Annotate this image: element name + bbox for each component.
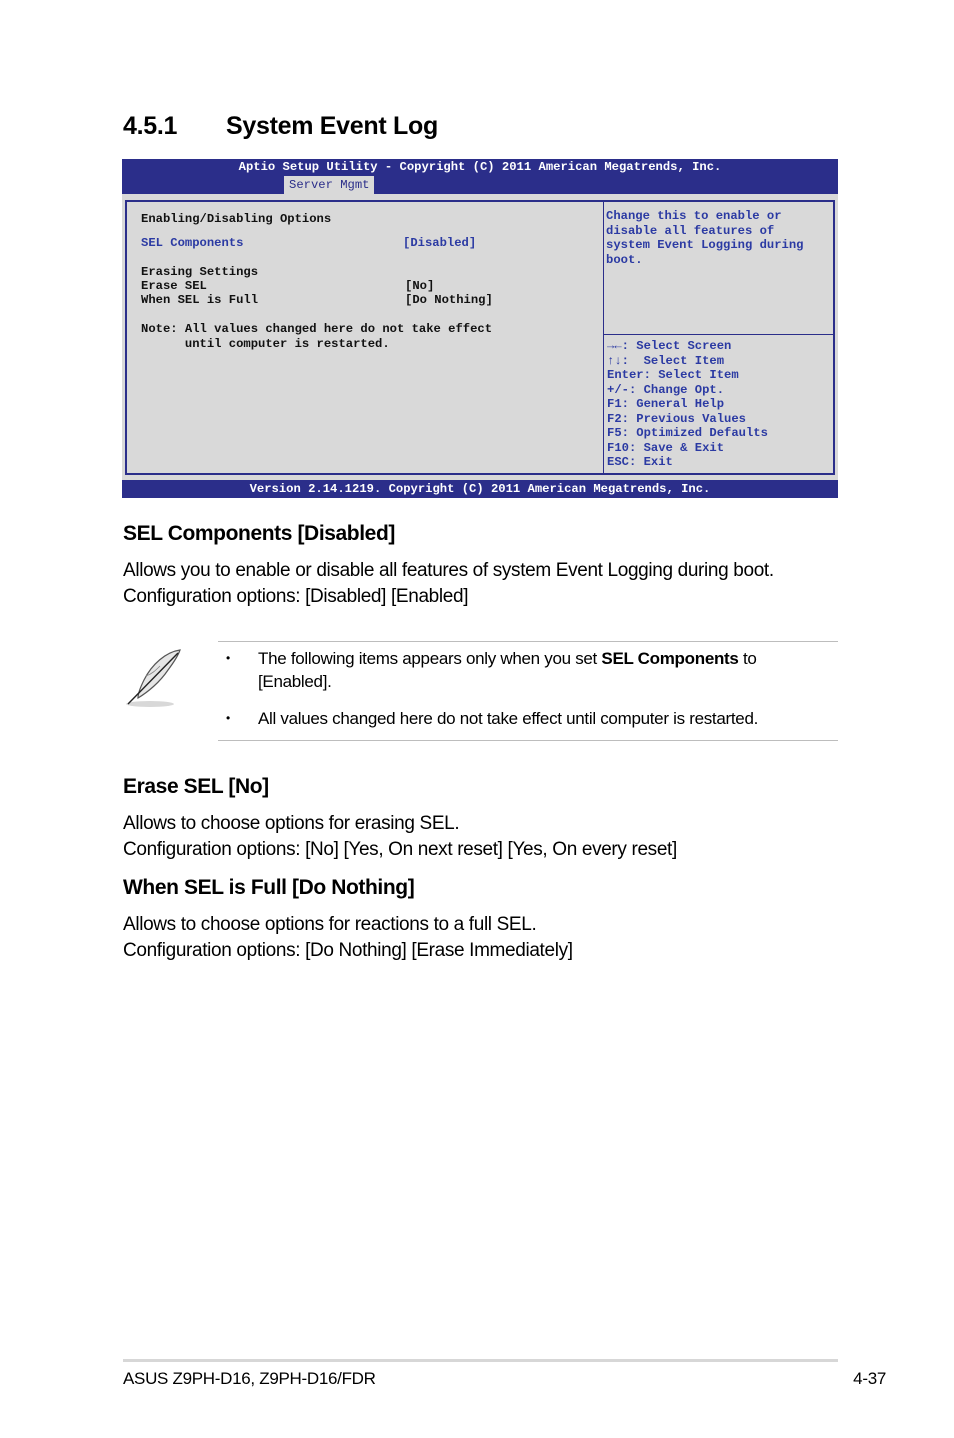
- when-full-options: Configuration options: [Do Nothing] [Era…: [123, 940, 573, 961]
- sel-components-desc: Allows you to enable or disable all feat…: [123, 560, 774, 581]
- setting-when-full-value[interactable]: [Do Nothing]: [405, 293, 493, 307]
- key-select-item: ↑↓: Select Item: [607, 353, 725, 368]
- heading-erase-sel: Erase SEL [No]: [123, 775, 269, 798]
- key-f2: F2: Previous Values: [607, 411, 746, 426]
- sel-components-options: Configuration options: [Disabled] [Enabl…: [123, 586, 469, 607]
- key-f10: F10: Save & Exit: [607, 440, 725, 455]
- group-label-enabling: Enabling/Disabling Options: [141, 212, 332, 226]
- bios-key-legend: →←: Select Screen ↑↓: Select Item Enter:…: [604, 335, 833, 473]
- bios-header: Aptio Setup Utility - Copyright (C) 2011…: [122, 159, 838, 194]
- section-title-text: System Event Log: [226, 112, 438, 140]
- key-change-opt: +/-: Change Opt.: [607, 382, 725, 397]
- bios-header-title: Aptio Setup Utility - Copyright (C) 2011…: [238, 160, 722, 174]
- note-bottom-rule: [218, 740, 838, 741]
- erase-sel-options: Configuration options: [No] [Yes, On nex…: [123, 839, 677, 860]
- setting-erase-sel-value[interactable]: [No]: [405, 279, 434, 293]
- setting-sel-components-label[interactable]: SEL Components: [141, 236, 243, 250]
- bullet-icon: •: [226, 711, 230, 725]
- bios-settings-panel: Enabling/Disabling Options SEL Component…: [127, 202, 604, 473]
- key-select-screen: →←: Select Screen: [607, 339, 732, 353]
- setting-erase-sel-label[interactable]: Erase SEL: [141, 279, 207, 293]
- bios-footer: Version 2.14.1219. Copyright (C) 2011 Am…: [122, 480, 838, 498]
- heading-sel-components: SEL Components [Disabled]: [123, 522, 395, 545]
- feather-pen-icon: [122, 646, 184, 710]
- help-text: Change this to enable or disable all fea…: [606, 209, 804, 267]
- note-top-rule: [218, 641, 838, 642]
- group-label-erasing: Erasing Settings: [141, 265, 259, 279]
- key-f5: F5: Optimized Defaults: [607, 426, 768, 440]
- note-item-1-bold: SEL Components: [601, 649, 739, 668]
- when-full-desc: Allows to choose options for reactions t…: [123, 914, 537, 935]
- erase-sel-desc: Allows to choose options for erasing SEL…: [123, 813, 460, 834]
- footer-product: ASUS Z9PH-D16, Z9PH-D16/FDR: [123, 1369, 376, 1388]
- bios-note-line1: Note: All values changed here do not tak…: [141, 322, 493, 336]
- note-item-1-line2: [Enabled].: [258, 672, 332, 691]
- section-title: 4.5.1 System Event Log: [123, 112, 438, 141]
- tab-server-mgmt[interactable]: Server Mgmt: [284, 176, 375, 194]
- footer-rule: [123, 1359, 838, 1362]
- bios-screenshot: Aptio Setup Utility - Copyright (C) 2011…: [122, 159, 838, 498]
- bullet-icon: •: [226, 651, 230, 665]
- key-f1: F1: General Help: [607, 397, 725, 411]
- note-item-1-tail: to: [738, 649, 757, 668]
- heading-when-full: When SEL is Full [Do Nothing]: [123, 876, 415, 899]
- bios-note-line2: until computer is restarted.: [141, 337, 390, 351]
- note-item-2-text: All values changed here do not take effe…: [258, 709, 759, 728]
- setting-when-full-label[interactable]: When SEL is Full: [141, 293, 258, 307]
- section-number: 4.5.1: [123, 112, 178, 140]
- key-enter: Enter: Select Item: [607, 368, 739, 382]
- key-esc: ESC: Exit: [607, 455, 673, 469]
- footer-page-number: 4-37: [853, 1369, 886, 1388]
- setting-sel-components-value[interactable]: [Disabled]: [403, 236, 476, 250]
- bios-main-frame: Enabling/Disabling Options SEL Component…: [125, 200, 835, 475]
- note-item-1-text: The following items appears only when yo…: [258, 649, 602, 668]
- bios-help-panel: Change this to enable or disable all fea…: [604, 202, 833, 335]
